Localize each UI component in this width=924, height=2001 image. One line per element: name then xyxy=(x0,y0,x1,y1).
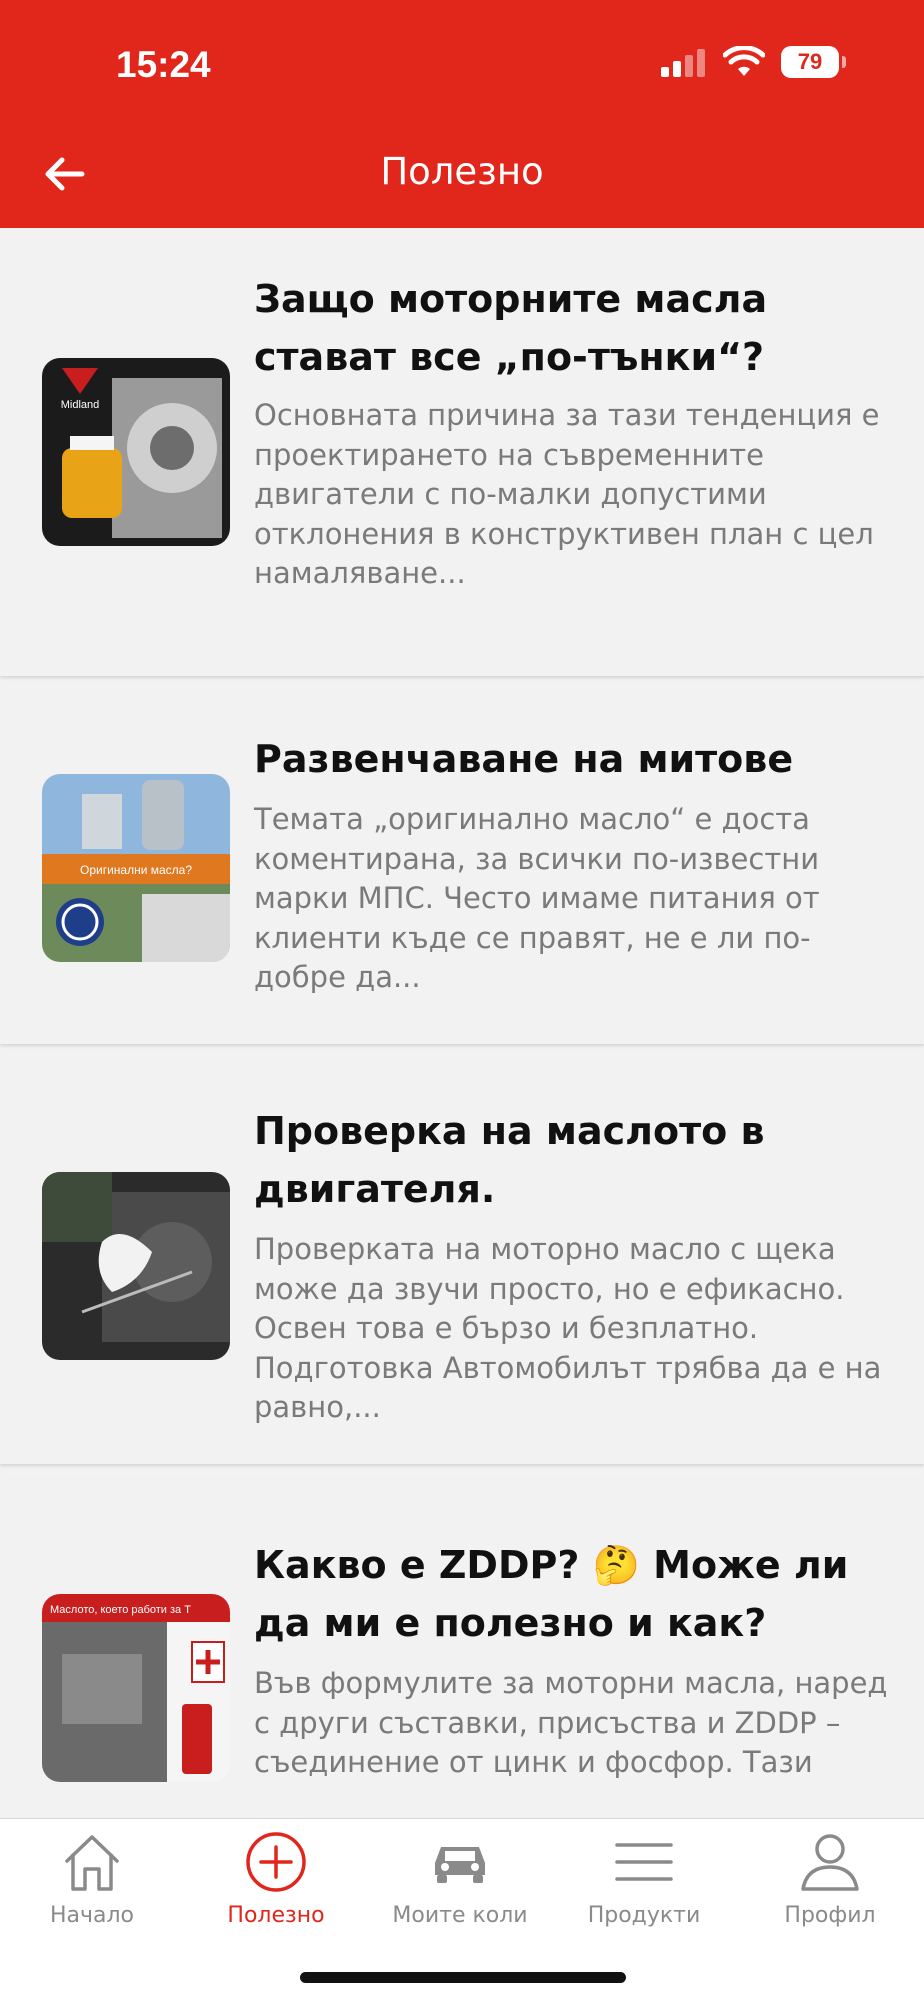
tab-profile-label: Профил xyxy=(784,1903,876,1928)
article-thumbnail: Midland xyxy=(42,358,230,546)
tab-products-label: Продукти xyxy=(587,1903,701,1928)
home-indicator[interactable] xyxy=(300,1972,626,1983)
status-icons: 79 xyxy=(659,46,846,78)
article-excerpt: Основната причина за тази тенденция е пр… xyxy=(254,398,880,590)
tab-home-label: Начало xyxy=(49,1903,135,1928)
battery-level: 79 xyxy=(781,46,839,78)
page-title: Полезно xyxy=(380,150,544,193)
article-thumbnail: Маслото, което работи за Т xyxy=(42,1594,230,1782)
article-excerpt: Във формулите за моторни масла, наред с … xyxy=(254,1666,888,1788)
article-card[interactable]: Midland Защо моторните масла стават все … xyxy=(0,228,924,676)
article-excerpt: Темата „оригинално масло“ е доста комент… xyxy=(254,802,820,994)
status-time: 15:24 xyxy=(116,44,211,85)
article-title: Какво е ZDDP? 🤔 Може ли да ми е полезно … xyxy=(254,1543,849,1645)
battery-indicator: 79 xyxy=(781,46,846,78)
article-card[interactable]: Проверка на маслото в двигателя. Проверк… xyxy=(0,1060,924,1464)
plus-circle-icon xyxy=(246,1832,306,1892)
app-header: 15:24 79 Полезно xyxy=(0,0,924,228)
thumbnail-logo: Midland xyxy=(61,399,100,411)
profile-icon xyxy=(801,1834,859,1891)
tab-my-cars-label: Моите коли xyxy=(392,1903,528,1928)
article-title: Защо моторните масла стават все „по-тънк… xyxy=(254,277,768,379)
article-thumbnail xyxy=(42,1172,230,1360)
menu-icon xyxy=(615,1843,673,1881)
article-thumbnail: Оригинални масла? xyxy=(42,774,230,962)
article-excerpt: Проверката на моторно масло с щека може … xyxy=(254,1232,882,1424)
signal-icon xyxy=(661,49,705,77)
article-card[interactable]: Оригинални масла? Развенчаване на митове… xyxy=(0,692,924,1044)
thumbnail-caption: Маслото, което работи за Т xyxy=(50,1604,191,1616)
article-title: Развенчаване на митове xyxy=(254,737,794,781)
car-icon xyxy=(435,1847,485,1883)
tab-products[interactable]: Продукти xyxy=(552,1829,736,1939)
tab-useful[interactable]: Полезно xyxy=(184,1829,368,1939)
article-title: Проверка на маслото в двигателя. xyxy=(254,1109,765,1211)
thumbnail-caption: Оригинални масла? xyxy=(80,863,192,877)
tab-my-cars[interactable]: Моите коли xyxy=(368,1829,552,1939)
tab-useful-label: Полезно xyxy=(227,1903,325,1928)
tab-profile[interactable]: Профил xyxy=(738,1829,922,1939)
home-icon xyxy=(65,1835,119,1891)
wifi-icon xyxy=(723,46,765,76)
tab-home[interactable]: Начало xyxy=(0,1829,184,1939)
